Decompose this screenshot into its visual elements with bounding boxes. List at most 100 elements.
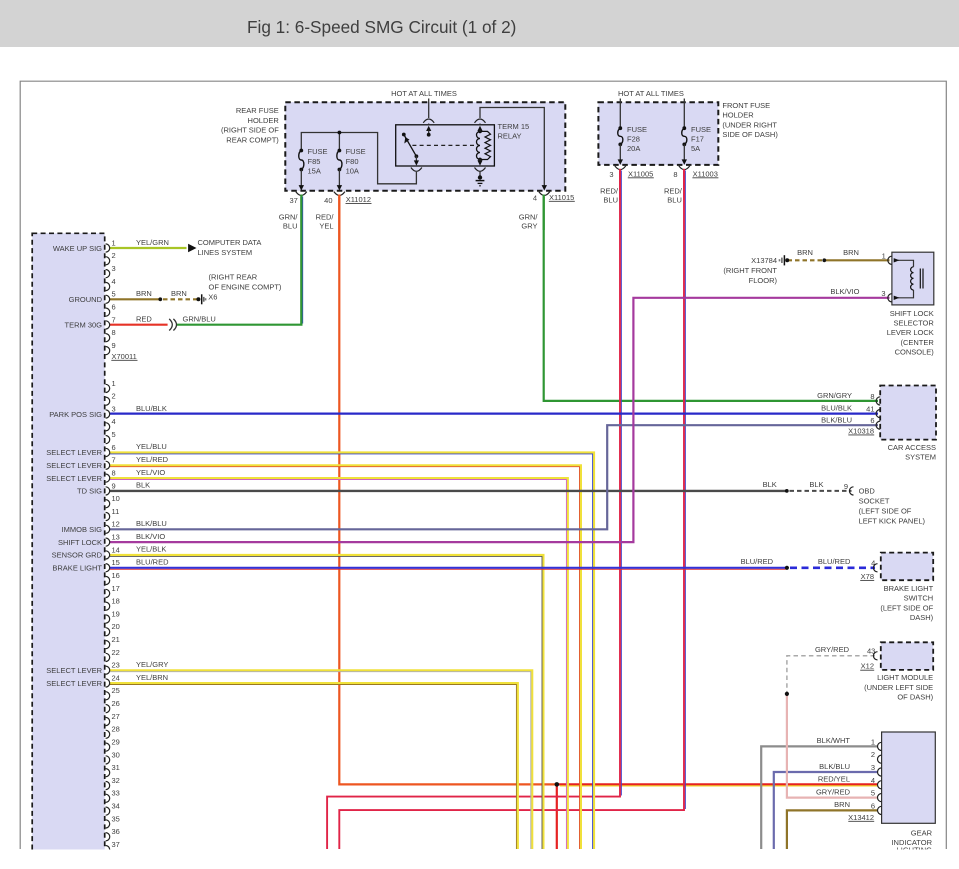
svg-text:YEL/BLK: YEL/BLK xyxy=(136,545,166,554)
svg-text:6: 6 xyxy=(870,416,874,425)
svg-text:SELECTOR: SELECTOR xyxy=(894,319,935,328)
svg-text:TERM 15: TERM 15 xyxy=(498,122,530,131)
svg-text:BLK/BLU: BLK/BLU xyxy=(819,762,850,771)
svg-text:23: 23 xyxy=(112,661,120,670)
svg-text:X11015: X11015 xyxy=(549,193,574,202)
svg-text:8: 8 xyxy=(112,328,116,337)
svg-text:4: 4 xyxy=(112,417,116,426)
svg-text:(UNDER RIGHT: (UNDER RIGHT xyxy=(722,120,777,129)
svg-text:CONSOLE): CONSOLE) xyxy=(895,348,935,357)
svg-text:4: 4 xyxy=(871,776,875,785)
svg-text:GRY/RED: GRY/RED xyxy=(816,787,851,796)
svg-text:GRN/BLU: GRN/BLU xyxy=(183,315,216,324)
svg-text:LIGHT MODULE: LIGHT MODULE xyxy=(877,673,933,682)
svg-text:34: 34 xyxy=(112,802,120,811)
svg-text:SELECT LEVER: SELECT LEVER xyxy=(46,666,102,675)
svg-text:(RIGHT FRONT: (RIGHT FRONT xyxy=(723,266,777,275)
svg-text:26: 26 xyxy=(112,699,120,708)
svg-text:30: 30 xyxy=(112,750,120,759)
svg-text:SELECT LEVER: SELECT LEVER xyxy=(46,461,102,470)
svg-text:HOLDER: HOLDER xyxy=(248,116,280,125)
svg-text:35: 35 xyxy=(112,814,120,823)
svg-text:40: 40 xyxy=(324,196,332,205)
svg-text:8: 8 xyxy=(112,469,116,478)
svg-text:(UNDER LEFT SIDE: (UNDER LEFT SIDE xyxy=(864,683,933,692)
svg-text:9: 9 xyxy=(844,482,848,491)
svg-text:22: 22 xyxy=(112,648,120,657)
svg-text:SENSOR GRD: SENSOR GRD xyxy=(52,551,103,560)
svg-text:17: 17 xyxy=(112,584,120,593)
svg-text:YEL/BRN: YEL/BRN xyxy=(136,673,168,682)
svg-text:BLK: BLK xyxy=(763,480,777,489)
svg-text:SELECT LEVER: SELECT LEVER xyxy=(46,679,102,688)
svg-text:1: 1 xyxy=(871,737,875,746)
svg-text:F85: F85 xyxy=(308,157,321,166)
svg-text:GEAR: GEAR xyxy=(911,828,933,837)
svg-text:9: 9 xyxy=(112,481,116,490)
svg-text:BLK/VIO: BLK/VIO xyxy=(136,532,165,541)
svg-text:29: 29 xyxy=(112,738,120,747)
svg-text:2: 2 xyxy=(871,750,875,759)
svg-text:BLU: BLU xyxy=(667,196,682,205)
svg-text:HOLDER: HOLDER xyxy=(722,111,754,120)
svg-text:FUSE: FUSE xyxy=(691,125,711,134)
svg-text:10A: 10A xyxy=(346,166,359,175)
svg-text:SOCKET: SOCKET xyxy=(859,497,890,506)
svg-text:8: 8 xyxy=(870,392,874,401)
svg-text:GROUND: GROUND xyxy=(69,295,103,304)
svg-text:HOT AT ALL TIMES: HOT AT ALL TIMES xyxy=(618,89,684,98)
svg-text:LINES SYSTEM: LINES SYSTEM xyxy=(198,248,253,257)
svg-text:16: 16 xyxy=(112,571,120,580)
svg-text:FLOOR): FLOOR) xyxy=(749,276,778,285)
svg-text:12: 12 xyxy=(112,520,120,529)
svg-text:REAR FUSE: REAR FUSE xyxy=(236,106,279,115)
svg-text:18: 18 xyxy=(112,597,120,606)
svg-text:8: 8 xyxy=(673,170,677,179)
svg-text:F17: F17 xyxy=(691,134,704,143)
svg-text:TERM 30G: TERM 30G xyxy=(64,321,102,330)
svg-text:3: 3 xyxy=(881,289,885,298)
svg-text:X10318: X10318 xyxy=(848,426,874,435)
svg-text:X11005: X11005 xyxy=(628,169,653,178)
svg-text:GRN/: GRN/ xyxy=(519,212,539,221)
svg-text:GRN/GRY: GRN/GRY xyxy=(817,391,852,400)
svg-text:6: 6 xyxy=(112,443,116,452)
svg-text:BLK: BLK xyxy=(136,481,150,490)
svg-text:BLK/WHT: BLK/WHT xyxy=(817,736,851,745)
svg-text:SWITCH: SWITCH xyxy=(904,594,934,603)
svg-text:RELAY: RELAY xyxy=(498,132,522,141)
svg-text:1: 1 xyxy=(882,252,886,261)
svg-text:5: 5 xyxy=(112,290,116,299)
svg-text:28: 28 xyxy=(112,725,120,734)
svg-text:SELECT LEVER: SELECT LEVER xyxy=(46,474,102,483)
svg-text:Fig 1: 6-Speed SMG Circuit (1: Fig 1: 6-Speed SMG Circuit (1 of 2) xyxy=(247,17,516,37)
svg-text:4: 4 xyxy=(112,277,116,286)
svg-text:BLU/RED: BLU/RED xyxy=(741,557,774,566)
svg-text:SELECT LEVER: SELECT LEVER xyxy=(46,448,102,457)
svg-text:27: 27 xyxy=(112,712,120,721)
svg-text:BLU/RED: BLU/RED xyxy=(136,558,169,567)
svg-text:X11012: X11012 xyxy=(346,195,371,204)
svg-text:15: 15 xyxy=(112,558,120,567)
svg-text:X70011: X70011 xyxy=(112,352,137,361)
svg-text:DASH): DASH) xyxy=(910,613,934,622)
svg-text:BRN: BRN xyxy=(136,289,152,298)
svg-text:24: 24 xyxy=(112,673,120,682)
svg-text:RED: RED xyxy=(136,315,152,324)
svg-text:14: 14 xyxy=(112,545,120,554)
svg-text:BRAKE LIGHT: BRAKE LIGHT xyxy=(52,564,102,573)
svg-text:BLU/BLK: BLU/BLK xyxy=(821,403,852,412)
svg-text:BRN: BRN xyxy=(797,248,813,257)
svg-text:1: 1 xyxy=(112,238,116,247)
svg-text:(LEFT SIDE OF: (LEFT SIDE OF xyxy=(880,603,933,612)
svg-text:F80: F80 xyxy=(346,157,359,166)
svg-text:36: 36 xyxy=(112,827,120,836)
svg-text:(RIGHT REAR: (RIGHT REAR xyxy=(209,273,258,282)
svg-text:19: 19 xyxy=(112,609,120,618)
svg-text:5: 5 xyxy=(112,430,116,439)
svg-text:BLU/BLK: BLU/BLK xyxy=(136,404,167,413)
svg-text:IMMOB SIG: IMMOB SIG xyxy=(62,525,103,534)
svg-text:OBD: OBD xyxy=(859,487,876,496)
svg-text:FUSE: FUSE xyxy=(308,147,328,156)
svg-text:GRY: GRY xyxy=(521,222,537,231)
